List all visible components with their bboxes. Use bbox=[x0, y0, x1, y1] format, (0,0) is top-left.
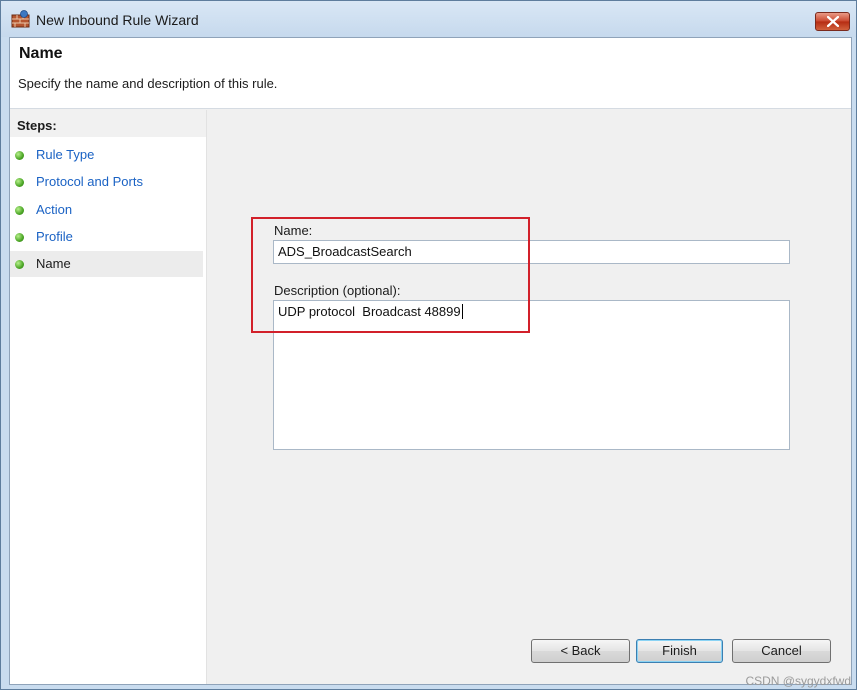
main-panel: Name: ADS_BroadcastSearch Description (o… bbox=[207, 110, 851, 684]
step-current-icon bbox=[15, 260, 24, 269]
step-label[interactable]: Rule Type bbox=[36, 147, 94, 162]
window-title: New Inbound Rule Wizard bbox=[36, 12, 199, 28]
steps-panel: Steps: Rule Type Protocol and Ports Acti… bbox=[10, 110, 207, 684]
title-bar[interactable]: New Inbound Rule Wizard bbox=[1, 1, 856, 37]
finish-button[interactable]: Finish bbox=[636, 639, 723, 663]
step-profile[interactable]: Profile bbox=[10, 224, 203, 250]
step-complete-icon bbox=[15, 178, 24, 187]
cancel-button[interactable]: Cancel bbox=[732, 639, 831, 663]
step-complete-icon bbox=[15, 151, 24, 160]
step-name: Name bbox=[10, 251, 203, 277]
description-field-label: Description (optional): bbox=[274, 283, 401, 298]
step-protocol-and-ports[interactable]: Protocol and Ports bbox=[10, 169, 203, 195]
step-label[interactable]: Action bbox=[36, 202, 72, 217]
page-title: Name bbox=[19, 45, 63, 62]
page-header: Name Specify the name and description of… bbox=[10, 38, 851, 109]
step-action[interactable]: Action bbox=[10, 197, 203, 223]
watermark: CSDN @sygydxfwd bbox=[745, 674, 851, 688]
close-x-icon bbox=[827, 16, 839, 27]
name-field-label: Name: bbox=[274, 223, 313, 238]
description-textarea[interactable]: UDP protocol Broadcast 48899 bbox=[273, 300, 790, 450]
step-complete-icon bbox=[15, 233, 24, 242]
step-rule-type[interactable]: Rule Type bbox=[10, 142, 203, 168]
name-input-value: ADS_BroadcastSearch bbox=[278, 244, 412, 259]
step-label: Name bbox=[36, 256, 71, 271]
wizard-client-area: Name Specify the name and description of… bbox=[9, 37, 852, 685]
back-button[interactable]: < Back bbox=[531, 639, 630, 663]
name-input[interactable]: ADS_BroadcastSearch bbox=[273, 240, 790, 264]
wizard-window: New Inbound Rule Wizard Name Specify the… bbox=[0, 0, 857, 690]
steps-heading: Steps: bbox=[10, 110, 206, 137]
page-description: Specify the name and description of this… bbox=[18, 76, 278, 91]
text-caret bbox=[461, 304, 463, 319]
description-input-value: UDP protocol Broadcast 48899 bbox=[278, 304, 461, 319]
step-complete-icon bbox=[15, 206, 24, 215]
firewall-wall-icon bbox=[11, 10, 31, 28]
close-button[interactable] bbox=[815, 12, 850, 31]
step-label[interactable]: Profile bbox=[36, 229, 73, 244]
step-label[interactable]: Protocol and Ports bbox=[36, 174, 143, 189]
